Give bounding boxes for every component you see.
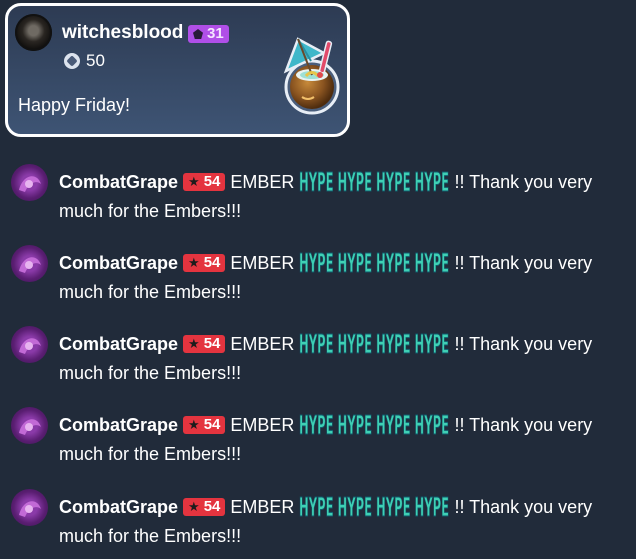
hype-emote-text: HYPE HYPE HYPE HYPE bbox=[299, 249, 449, 275]
hype-emote: HYPE HYPE HYPE HYPE bbox=[299, 330, 449, 357]
ember-icon bbox=[64, 53, 80, 69]
level-value: 54 bbox=[203, 497, 221, 515]
avatar[interactable] bbox=[11, 245, 48, 282]
ember-username[interactable]: witchesblood bbox=[62, 22, 183, 44]
level-value: 54 bbox=[203, 334, 221, 352]
ember-amount: 50 bbox=[64, 51, 105, 71]
level-badge: ★ 54 bbox=[183, 172, 226, 191]
chat-username[interactable]: CombatGrape bbox=[59, 172, 178, 192]
star-icon: ★ bbox=[188, 417, 200, 432]
message-prefix: EMBER bbox=[230, 334, 295, 354]
message-text: CombatGrape ★ 54 EMBER HYPE HYPE HYPE HYP… bbox=[59, 247, 625, 307]
chat-username[interactable]: CombatGrape bbox=[59, 253, 178, 273]
level-badge: ★ 54 bbox=[183, 497, 226, 516]
chat-message[interactable]: CombatGrape ★ 54 EMBER HYPE HYPE HYPE HYP… bbox=[0, 241, 636, 313]
star-icon: ★ bbox=[188, 255, 200, 270]
ember-card[interactable]: witchesblood 31 50 Happy Friday! bbox=[5, 3, 350, 137]
chat-username[interactable]: CombatGrape bbox=[59, 334, 178, 354]
star-icon: ★ bbox=[188, 174, 200, 189]
message-prefix: EMBER bbox=[230, 497, 295, 517]
chat-message[interactable]: CombatGrape ★ 54 EMBER HYPE HYPE HYPE HYP… bbox=[0, 322, 636, 394]
hype-emote-text: HYPE HYPE HYPE HYPE bbox=[299, 330, 449, 356]
hype-emote: HYPE HYPE HYPE HYPE bbox=[299, 168, 449, 195]
hype-emote-text: HYPE HYPE HYPE HYPE bbox=[299, 411, 449, 437]
message-prefix: EMBER bbox=[230, 415, 295, 435]
level-badge: ★ 54 bbox=[183, 415, 226, 434]
message-text: CombatGrape ★ 54 EMBER HYPE HYPE HYPE HYP… bbox=[59, 491, 625, 551]
avatar[interactable] bbox=[11, 489, 48, 526]
hype-emote-text: HYPE HYPE HYPE HYPE bbox=[299, 493, 449, 519]
chat-message[interactable]: CombatGrape ★ 54 EMBER HYPE HYPE HYPE HYP… bbox=[0, 485, 636, 557]
message-text: CombatGrape ★ 54 EMBER HYPE HYPE HYPE HYP… bbox=[59, 328, 625, 388]
ember-message: Happy Friday! bbox=[18, 95, 131, 115]
hype-emote: HYPE HYPE HYPE HYPE bbox=[299, 493, 449, 520]
hype-emote-text: HYPE HYPE HYPE HYPE bbox=[299, 168, 449, 194]
avatar[interactable] bbox=[11, 326, 48, 363]
avatar[interactable] bbox=[11, 164, 48, 201]
message-text: CombatGrape ★ 54 EMBER HYPE HYPE HYPE HYP… bbox=[59, 409, 625, 469]
level-value: 54 bbox=[203, 253, 221, 271]
avatar[interactable] bbox=[15, 14, 52, 51]
chat-message[interactable]: CombatGrape ★ 54 EMBER HYPE HYPE HYPE HYP… bbox=[0, 160, 636, 232]
level-value: 54 bbox=[203, 415, 221, 433]
level-badge: ★ 54 bbox=[183, 253, 226, 272]
chat-panel: witchesblood 31 50 Happy Friday! CombatG… bbox=[0, 0, 636, 559]
hype-emote: HYPE HYPE HYPE HYPE bbox=[299, 249, 449, 276]
message-prefix: EMBER bbox=[230, 253, 295, 273]
hype-emote: HYPE HYPE HYPE HYPE bbox=[299, 411, 449, 438]
message-text: CombatGrape ★ 54 EMBER HYPE HYPE HYPE HYP… bbox=[59, 166, 625, 226]
star-icon: ★ bbox=[188, 499, 200, 514]
level-icon bbox=[193, 29, 203, 39]
avatar[interactable] bbox=[11, 407, 48, 444]
coconut-drink-sticker bbox=[283, 37, 340, 115]
chat-username[interactable]: CombatGrape bbox=[59, 415, 178, 435]
level-value: 54 bbox=[203, 172, 221, 190]
message-prefix: EMBER bbox=[230, 172, 295, 192]
chat-username[interactable]: CombatGrape bbox=[59, 497, 178, 517]
level-badge: ★ 54 bbox=[183, 334, 226, 353]
chat-message[interactable]: CombatGrape ★ 54 EMBER HYPE HYPE HYPE HYP… bbox=[0, 403, 636, 475]
level-badge: 31 bbox=[188, 25, 229, 43]
level-value: 31 bbox=[207, 25, 224, 42]
star-icon: ★ bbox=[188, 336, 200, 351]
ember-amount-value: 50 bbox=[86, 51, 105, 70]
